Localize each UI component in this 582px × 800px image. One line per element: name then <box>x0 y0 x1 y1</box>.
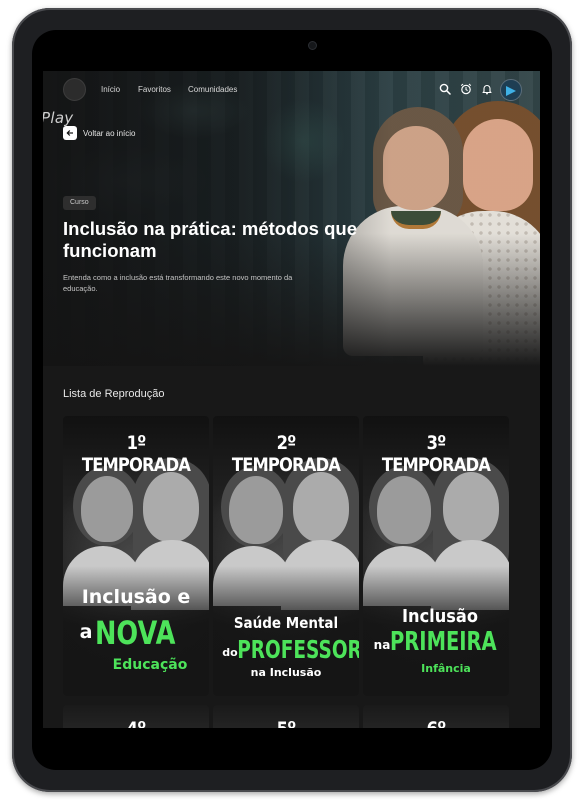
arrow-left-icon <box>66 130 73 136</box>
course-badge: Curso <box>63 196 96 210</box>
card-1-line-3: NOVA <box>95 614 176 652</box>
card-1-person-1-face <box>81 476 133 542</box>
card-3-season-title: 3º TEMPORADA <box>381 432 491 476</box>
back-button[interactable] <box>63 126 77 140</box>
card-1-line-4: Educação <box>112 657 188 673</box>
season-card-5[interactable]: 5º TEMPORADA <box>213 705 359 728</box>
brand-logo-text: Play <box>43 109 74 127</box>
season-card-4[interactable]: 4º TEMPORADA <box>63 705 209 728</box>
nav-link-inicio[interactable]: Início <box>101 85 120 94</box>
card-1-person-2-face <box>143 472 199 542</box>
search-icon[interactable] <box>439 83 451 95</box>
card-3-line-3: PRIMEIRA <box>390 627 497 657</box>
playlist-heading: Lista de Reprodução <box>63 388 165 400</box>
card-5-season-title: 5º TEMPORADA <box>223 718 349 728</box>
card-1-season-title: 1º TEMPORADA <box>81 432 191 476</box>
card-1-line-1: Inclusão e <box>81 586 191 608</box>
season-card-6[interactable]: 6º TEMPORADA <box>363 705 509 728</box>
nav-link-favoritos[interactable]: Favoritos <box>138 85 171 94</box>
card-2-line-4: na Inclusão <box>250 666 322 679</box>
alarm-clock-icon[interactable] <box>460 83 472 95</box>
card-2-line-3: PROFESSOR <box>237 635 359 664</box>
camera-dot <box>308 41 317 50</box>
top-navigation: Início Favoritos Comunidades <box>43 71 540 109</box>
season-card-1[interactable]: 1º TEMPORADA Inclusão e a NOVA Educação <box>63 416 209 696</box>
card-6-season-title: 6º TEMPORADA <box>373 718 499 728</box>
bell-icon[interactable] <box>481 83 493 95</box>
season-card-2[interactable]: 2º TEMPORADA Saúde Mental do PROFESSOR n… <box>213 416 359 696</box>
app-screen: Início Favoritos Comunidades Play Voltar… <box>43 71 540 728</box>
back-link-label[interactable]: Voltar ao início <box>83 129 135 138</box>
course-description: Entenda como a inclusão está transforman… <box>63 273 293 293</box>
card-3-person-2-face <box>443 472 499 542</box>
card-3-line-4: Infância <box>421 662 471 675</box>
card-3-person-1-face <box>377 476 431 544</box>
course-title: Inclusão na prática: métodos que funcion… <box>63 218 358 261</box>
back-to-home-link[interactable]: Voltar ao início <box>63 126 135 140</box>
season-card-3[interactable]: 3º TEMPORADA Inclusão na PRIMEIRA Infânc… <box>363 416 509 696</box>
nav-link-comunidades[interactable]: Comunidades <box>188 85 237 94</box>
hero-banner: Início Favoritos Comunidades Play Voltar… <box>43 71 540 366</box>
card-3-line-1: Inclusão <box>402 606 478 627</box>
logo-avatar[interactable] <box>63 78 86 101</box>
card-2-season-title: 2º TEMPORADA <box>231 432 341 476</box>
card-4-season-title: 4º TEMPORADA <box>73 718 199 728</box>
card-2-line-1: Saúde Mental <box>233 614 339 632</box>
card-2-person-1-face <box>229 476 283 544</box>
card-2-person-2-face <box>293 472 349 542</box>
user-avatar[interactable] <box>500 79 522 101</box>
